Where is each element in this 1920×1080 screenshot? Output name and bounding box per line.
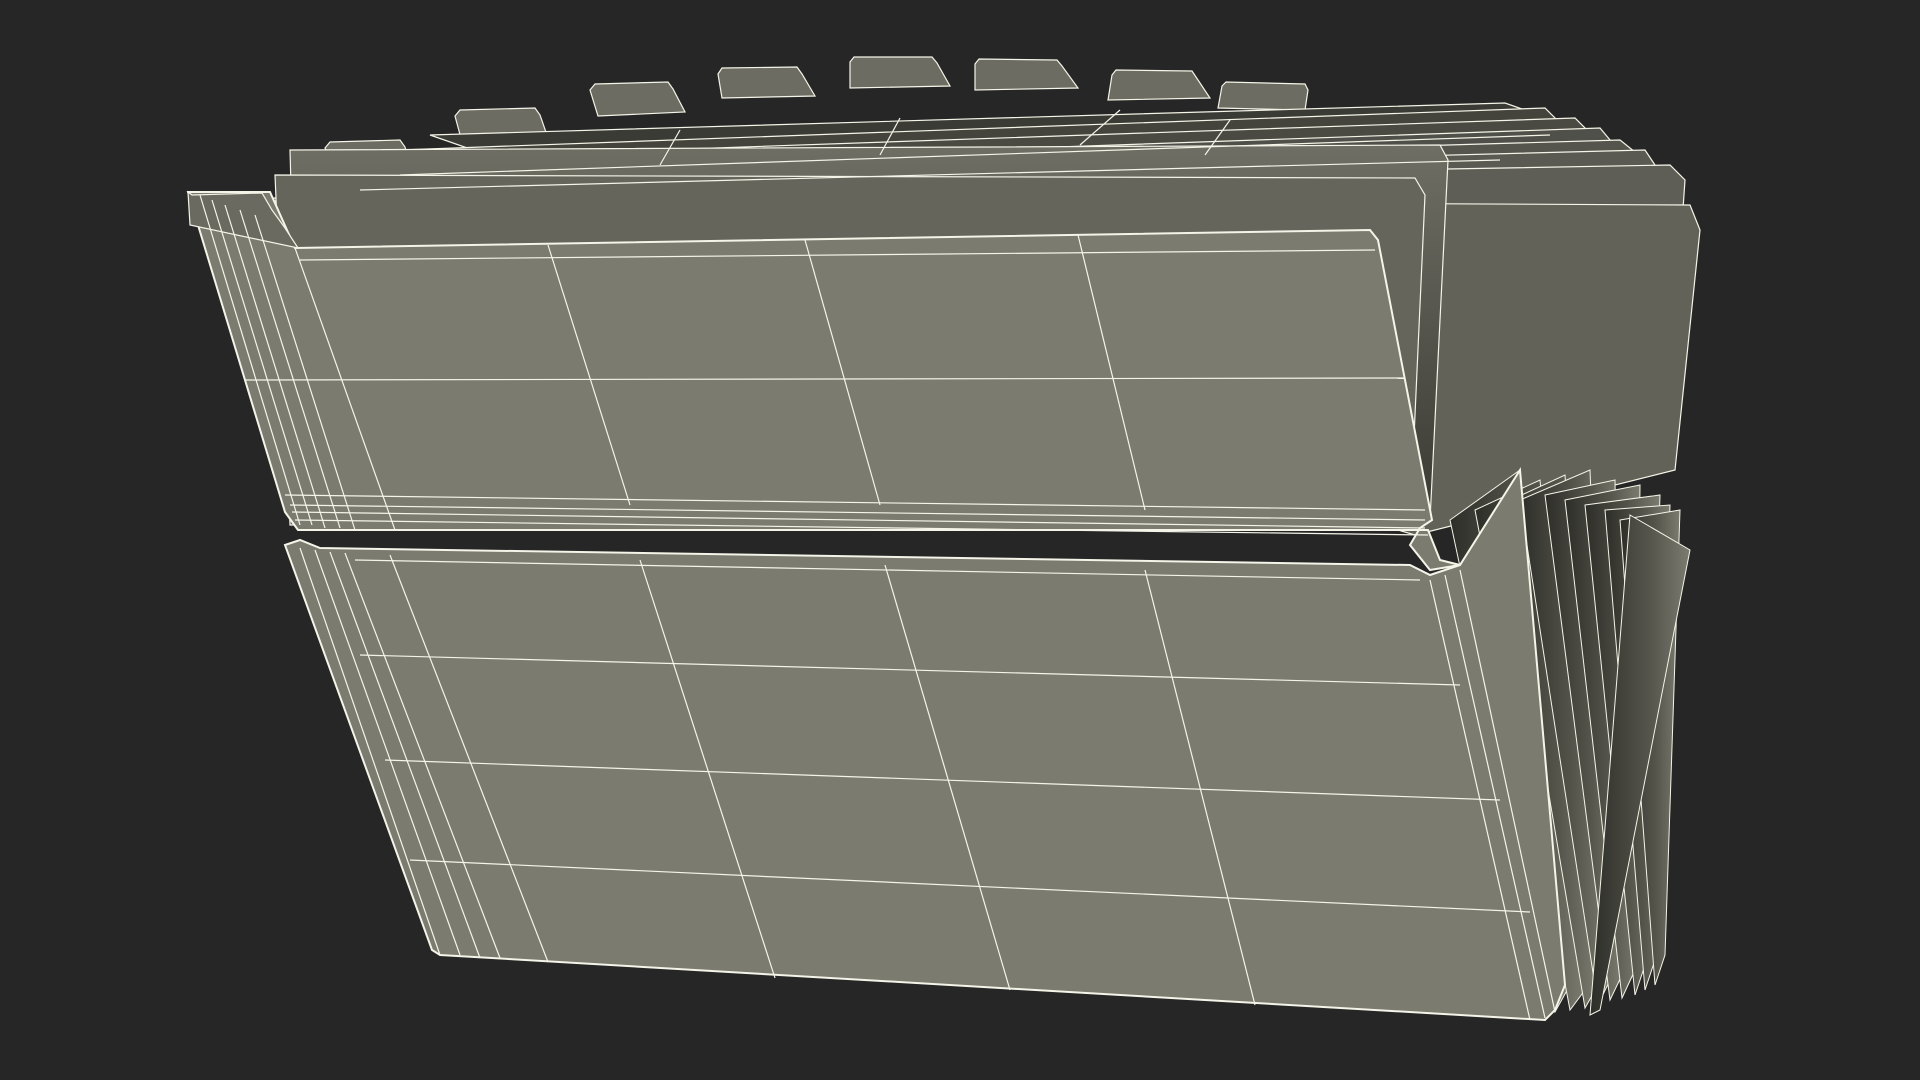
front-pocket <box>283 466 1567 1022</box>
tab-5 <box>849 56 952 89</box>
pocket-panel <box>283 466 1567 1022</box>
viewport <box>0 0 1920 1080</box>
wireframe-render <box>186 56 1701 1022</box>
tab-6 <box>974 58 1080 91</box>
tab-4 <box>717 66 817 99</box>
tab-3 <box>589 81 686 117</box>
tab-8 <box>1217 81 1309 111</box>
tab-7 <box>1107 69 1212 101</box>
